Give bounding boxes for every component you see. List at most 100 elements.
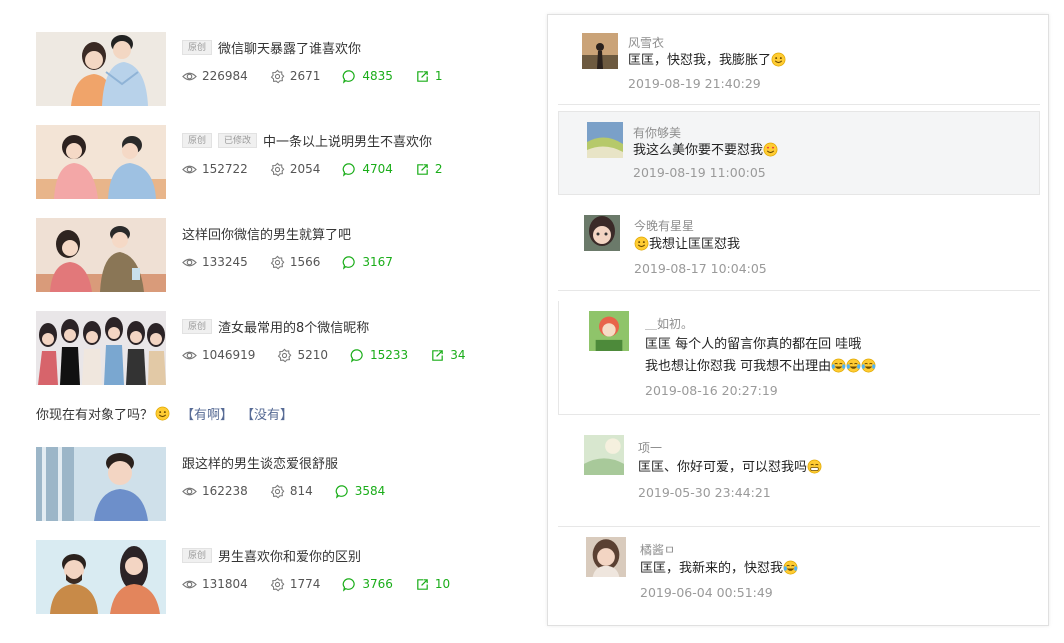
eye-icon xyxy=(182,580,197,588)
view-count: 1046919 xyxy=(202,348,256,362)
comments-panel: 风雪衣 匡匡，快怼我，我膨胀了 2019-08-19 21:40:29 有你够美… xyxy=(547,14,1049,626)
comment-count: 3584 xyxy=(354,484,386,498)
tears-of-joy-emoji-icon xyxy=(846,358,861,373)
eye-icon xyxy=(182,487,197,495)
view-count: 152722 xyxy=(202,162,248,176)
comment-item: ＿如初。 匡匡 每个人的留言你真的都在回 哇哦 我也想让你怼我 可我想不出理由 … xyxy=(558,301,1040,415)
comment-item: 项一 匡匡、你好可爱，可以怼我吗 2019-05-30 23:44:21 xyxy=(558,425,1040,527)
like-icon xyxy=(270,162,285,176)
like-icon xyxy=(270,255,285,269)
smile-emoji-icon xyxy=(771,52,786,67)
like-icon xyxy=(270,69,285,83)
article-item[interactable]: 跟这样的男生谈恋爱很舒服 162238 814 3584 xyxy=(36,447,536,521)
comment-bubble-icon xyxy=(343,577,356,592)
smile-emoji-icon xyxy=(155,406,170,421)
commenter-name[interactable]: ＿如初。 xyxy=(645,315,693,332)
commenter-name[interactable]: 有你够美 xyxy=(633,124,681,141)
comment-count: 4835 xyxy=(362,69,393,83)
article-title[interactable]: 这样回你微信的男生就算了吧 xyxy=(182,224,351,243)
commenter-name[interactable]: 风雪衣 xyxy=(628,34,664,51)
avatar[interactable] xyxy=(589,311,629,351)
comment-item: 风雪衣 匡匡，快怼我，我膨胀了 2019-08-19 21:40:29 xyxy=(558,15,1040,105)
comment-bubble-icon xyxy=(343,69,356,84)
eye-icon xyxy=(182,72,197,80)
article-thumbnail[interactable] xyxy=(36,311,166,385)
view-count: 226984 xyxy=(202,69,248,83)
article-thumbnail[interactable] xyxy=(36,218,166,292)
comment-timestamp: 2019-06-04 00:51:49 xyxy=(640,585,773,600)
grin-emoji-icon xyxy=(807,459,822,474)
article-thumbnail[interactable] xyxy=(36,540,166,614)
like-count: 1566 xyxy=(289,255,321,269)
comment-timestamp: 2019-08-19 21:40:29 xyxy=(628,76,761,91)
original-tag: 原创 xyxy=(182,547,213,563)
screenshot-root: 原创 微信聊天暴露了谁喜欢你 226984 2671 4835 1 原创 已修改… xyxy=(0,0,1064,643)
comment-text-line-1: 匡匡 每个人的留言你真的都在回 哇哦 xyxy=(645,337,862,352)
comment-bubble-icon xyxy=(350,348,363,363)
avatar[interactable] xyxy=(587,122,623,158)
like-icon xyxy=(270,484,285,498)
edited-tag: 已修改 xyxy=(218,132,258,148)
comment-timestamp: 2019-08-16 20:27:19 xyxy=(645,383,778,398)
commenter-name[interactable]: 项一 xyxy=(638,439,662,456)
original-tag: 原创 xyxy=(182,39,213,55)
smile-emoji-icon xyxy=(634,236,649,251)
view-count: 133245 xyxy=(202,255,248,269)
like-count: 814 xyxy=(289,484,313,498)
share-icon xyxy=(417,70,428,82)
like-icon xyxy=(270,577,285,591)
article-item[interactable]: 原创 已修改 中一条以上说明男生不喜欢你 152722 2054 4704 2 xyxy=(36,125,536,199)
article-list: 原创 微信聊天暴露了谁喜欢你 226984 2671 4835 1 原创 已修改… xyxy=(0,0,545,643)
comment-count: 3766 xyxy=(362,577,393,591)
comment-timestamp: 2019-08-19 11:00:05 xyxy=(633,165,766,180)
article-thumbnail[interactable] xyxy=(36,125,166,199)
tears-of-joy-emoji-icon xyxy=(861,358,876,373)
comment-count: 15233 xyxy=(370,348,409,362)
like-icon xyxy=(278,348,292,362)
article-title[interactable]: 微信聊天暴露了谁喜欢你 xyxy=(218,38,361,57)
comment-text: 匡匡、你好可爱，可以怼我吗 xyxy=(638,458,822,478)
article-thumbnail[interactable] xyxy=(36,32,166,106)
article-thumbnail[interactable] xyxy=(36,447,166,521)
comment-text: 匡匡，我新来的，快怼我 xyxy=(640,559,798,579)
avatar[interactable] xyxy=(584,435,624,475)
like-count: 5210 xyxy=(297,348,328,362)
comment-bubble-icon xyxy=(343,162,356,177)
article-title[interactable]: 中一条以上说明男生不喜欢你 xyxy=(263,131,432,150)
like-count: 2671 xyxy=(289,69,321,83)
eye-icon xyxy=(182,258,197,266)
share-count: 34 xyxy=(450,348,466,362)
comment-item: 今晚有星星 我想让匡匡怼我 2019-08-17 10:04:05 xyxy=(558,205,1040,291)
article-title[interactable]: 男生喜欢你和爱你的区别 xyxy=(218,546,361,565)
comment-bubble-icon xyxy=(335,484,348,499)
article-title[interactable]: 渣女最常用的8个微信昵称 xyxy=(218,317,369,336)
comment-item: 有你够美 我这么美你要不要怼我 2019-08-19 11:00:05 xyxy=(558,111,1040,195)
poll-option-no[interactable]: 【没有】 xyxy=(241,404,293,423)
avatar[interactable] xyxy=(584,215,620,251)
share-count: 10 xyxy=(434,577,451,591)
comment-item: 橘酱ㅁ 匡匡，我新来的，快怼我 2019-06-04 00:51:49 xyxy=(558,527,1040,625)
view-count: 131804 xyxy=(202,577,248,591)
article-item[interactable]: 这样回你微信的男生就算了吧 133245 1566 3167 xyxy=(36,218,536,292)
article-item[interactable]: 原创 微信聊天暴露了谁喜欢你 226984 2671 4835 1 xyxy=(36,32,536,106)
heart-eyes-emoji-icon xyxy=(763,142,778,157)
article-title[interactable]: 跟这样的男生谈恋爱很舒服 xyxy=(182,453,338,472)
view-count: 162238 xyxy=(202,484,248,498)
avatar[interactable] xyxy=(582,33,618,69)
poll-option-yes[interactable]: 【有啊】 xyxy=(181,404,233,423)
comment-timestamp: 2019-05-30 23:44:21 xyxy=(638,485,771,500)
avatar[interactable] xyxy=(586,537,626,577)
comment-count: 4704 xyxy=(362,162,393,176)
article-item[interactable]: 原创 男生喜欢你和爱你的区别 131804 1774 3766 10 xyxy=(36,540,536,614)
article-item[interactable]: 原创 渣女最常用的8个微信昵称 1046919 5210 15233 34 xyxy=(36,311,536,385)
like-count: 1774 xyxy=(289,577,321,591)
share-icon xyxy=(417,163,428,175)
poll-question: 你现在有对象了吗？ xyxy=(36,408,154,423)
commenter-name[interactable]: 橘酱ㅁ xyxy=(640,541,675,558)
comment-text: 我想让匡匡怼我 xyxy=(634,235,740,255)
comment-count: 3167 xyxy=(362,255,393,269)
commenter-name[interactable]: 今晚有星星 xyxy=(634,217,694,234)
share-icon xyxy=(432,349,443,361)
original-tag: 原创 xyxy=(182,318,213,334)
comment-bubble-icon xyxy=(343,255,356,270)
